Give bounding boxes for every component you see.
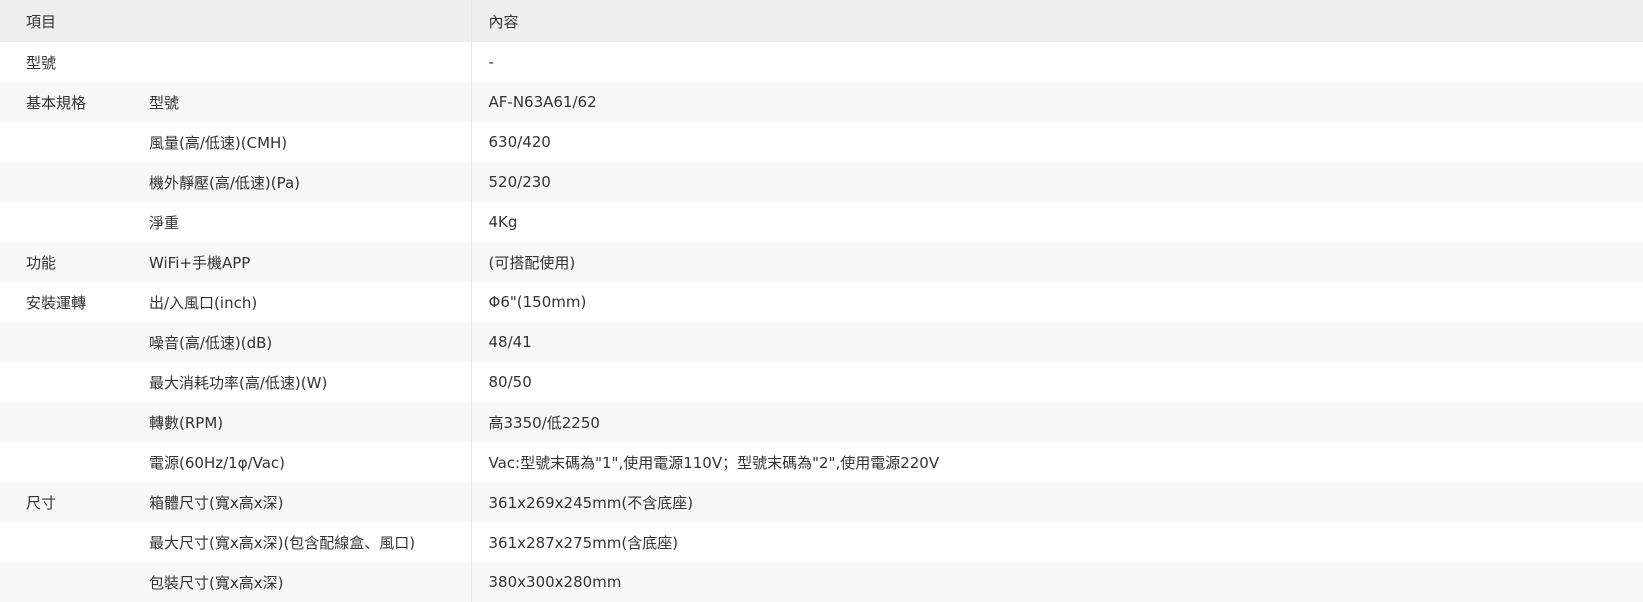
row-item: 轉數(RPM) — [149, 413, 224, 432]
row-item: 噪音(高/低速)(dB) — [149, 333, 273, 352]
row-value: 520/230 — [470, 162, 1643, 202]
row-value: 380x300x280mm — [470, 562, 1643, 602]
table-row: 包裝尺寸(寬x高x深) 380x300x280mm — [0, 562, 1643, 602]
row-value: 630/420 — [470, 122, 1643, 162]
row-category — [0, 362, 124, 402]
table-row: 轉數(RPM) 高3350/低2250 — [0, 402, 1643, 442]
row-item — [124, 42, 471, 82]
row-value: 80/50 — [470, 362, 1643, 402]
row-category — [0, 562, 124, 602]
table-row: 噪音(高/低速)(dB) 48/41 — [0, 322, 1643, 362]
row-item: 包裝尺寸(寬x高x深) — [149, 573, 284, 592]
row-category — [0, 122, 124, 162]
row-item: 箱體尺寸(寬x高x深) — [149, 493, 284, 512]
row-value: 361x287x275mm(含底座) — [470, 522, 1643, 562]
header-item: 項目 — [26, 12, 57, 31]
spec-table: 項目 內容 型號 - 基本規格 型號 AF-N63A61/62 風量(高/低速)(CMH)… — [0, 0, 1643, 602]
row-item: WiFi+手機APP — [149, 253, 251, 272]
row-category: 安裝運轉 — [26, 293, 87, 312]
row-item: 淨重 — [149, 213, 180, 232]
row-value: 48/41 — [470, 322, 1643, 362]
row-item: 機外靜壓(高/低速)(Pa) — [149, 173, 301, 192]
row-category: 基本規格 — [26, 93, 87, 112]
table-body: 型號 - 基本規格 型號 AF-N63A61/62 風量(高/低速)(CMH) 630/42… — [0, 42, 1643, 602]
row-value: Vac:型號末碼為"1",使用電源110V；型號末碼為"2",使用電源220V — [470, 442, 1643, 482]
row-item: 最大尺寸(寬x高x深)(包含配線盒、風口) — [149, 533, 416, 552]
table-row: 最大尺寸(寬x高x深)(包含配線盒、風口) 361x287x275mm(含底座) — [0, 522, 1643, 562]
row-category — [0, 522, 124, 562]
table-header: 項目 內容 — [0, 0, 1643, 42]
row-value: 361x269x245mm(不含底座) — [470, 482, 1643, 522]
table-row: 風量(高/低速)(CMH) 630/420 — [0, 122, 1643, 162]
row-value: AF-N63A61/62 — [470, 82, 1643, 122]
row-category: 型號 — [26, 53, 57, 72]
row-category: 尺寸 — [26, 493, 57, 512]
row-value: (可搭配使用) — [470, 242, 1643, 282]
table-row: 功能 WiFi+手機APP (可搭配使用) — [0, 242, 1643, 282]
table-row: 淨重 4Kg — [0, 202, 1643, 242]
row-category: 功能 — [26, 253, 57, 272]
row-item: 最大消耗功率(高/低速)(W) — [149, 373, 328, 392]
table-row: 最大消耗功率(高/低速)(W) 80/50 — [0, 362, 1643, 402]
row-item: 電源(60Hz/1φ/Vac) — [149, 453, 286, 472]
row-item: 出/入風口(inch) — [149, 293, 258, 312]
row-value: 4Kg — [470, 202, 1643, 242]
row-value: Φ6"(150mm) — [470, 282, 1643, 322]
row-category — [0, 402, 124, 442]
row-category — [0, 442, 124, 482]
header-row: 項目 內容 — [0, 0, 1643, 42]
row-category — [0, 202, 124, 242]
row-item: 風量(高/低速)(CMH) — [149, 133, 288, 152]
table-row: 基本規格 型號 AF-N63A61/62 — [0, 82, 1643, 122]
table-row: 尺寸 箱體尺寸(寬x高x深) 361x269x245mm(不含底座) — [0, 482, 1643, 522]
table-row: 型號 - — [0, 42, 1643, 82]
row-category — [0, 322, 124, 362]
row-value: 高3350/低2250 — [470, 402, 1643, 442]
table-row: 機外靜壓(高/低速)(Pa) 520/230 — [0, 162, 1643, 202]
row-item: 型號 — [149, 93, 180, 112]
header-content: 內容 — [470, 0, 1643, 42]
table-row: 安裝運轉 出/入風口(inch) Φ6"(150mm) — [0, 282, 1643, 322]
row-category — [0, 162, 124, 202]
row-value: - — [470, 42, 1643, 82]
table-row: 電源(60Hz/1φ/Vac) Vac:型號末碼為"1",使用電源110V；型號末… — [0, 442, 1643, 482]
